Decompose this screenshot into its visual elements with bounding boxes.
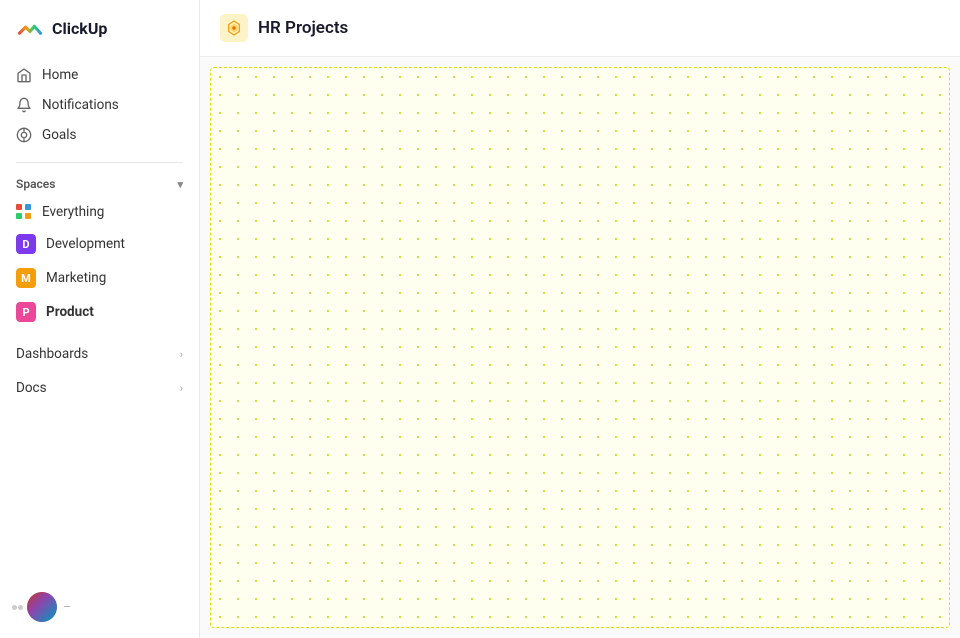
- product-avatar: P: [16, 302, 36, 322]
- spaces-chevron-icon: ▾: [177, 178, 183, 191]
- hr-projects-icon: [220, 14, 248, 42]
- sidebar-item-development[interactable]: D Development: [8, 227, 191, 261]
- docs-left: Docs: [16, 380, 47, 396]
- docs-label: Docs: [16, 380, 47, 396]
- sidebar-item-everything[interactable]: Everything: [8, 197, 191, 227]
- avatar[interactable]: [27, 592, 57, 622]
- everything-label: Everything: [42, 204, 104, 220]
- everything-grid-icon: [16, 204, 32, 220]
- main-content: HR Projects: [200, 0, 960, 638]
- sidebar-item-product[interactable]: P Product: [8, 295, 191, 329]
- page-title: HR Projects: [258, 18, 348, 38]
- spaces-label: Spaces: [16, 177, 55, 191]
- sidebar-user-area[interactable]: –: [0, 584, 199, 630]
- nav-section: Home Notifications Goals: [0, 56, 199, 154]
- sidebar-item-dashboards[interactable]: Dashboards ›: [8, 339, 191, 369]
- avatar-image: [27, 592, 57, 622]
- sidebar-item-docs[interactable]: Docs ›: [8, 373, 191, 403]
- main-body: [210, 67, 950, 628]
- divider-1: [16, 162, 183, 163]
- development-label: Development: [46, 236, 125, 252]
- target-icon: [16, 127, 32, 143]
- development-avatar: D: [16, 234, 36, 254]
- dot-1: [12, 605, 17, 610]
- goals-label: Goals: [42, 127, 77, 143]
- marketing-label: Marketing: [46, 270, 106, 286]
- home-icon: [16, 67, 32, 83]
- bell-icon: [16, 97, 32, 113]
- dashboards-chevron-icon: ›: [180, 348, 183, 361]
- marketing-avatar: M: [16, 268, 36, 288]
- dashboards-label: Dashboards: [16, 346, 88, 362]
- product-label: Product: [46, 304, 94, 320]
- sidebar-item-notifications[interactable]: Notifications: [8, 90, 191, 120]
- sidebar-item-goals[interactable]: Goals: [8, 120, 191, 150]
- main-header: HR Projects: [200, 0, 960, 57]
- sidebar: ClickUp Home Notifications: [0, 0, 200, 638]
- sidebar-item-marketing[interactable]: M Marketing: [8, 261, 191, 295]
- status-dots: [12, 605, 23, 610]
- user-avatar-wrapper: –: [12, 592, 71, 622]
- dot-2: [18, 605, 23, 610]
- spaces-header[interactable]: Spaces ▾: [0, 171, 199, 197]
- dashboards-left: Dashboards: [16, 346, 88, 362]
- docs-chevron-icon: ›: [180, 382, 183, 395]
- sidebar-item-home[interactable]: Home: [8, 60, 191, 90]
- logo-text: ClickUp: [52, 19, 107, 38]
- user-ellipsis-icon: –: [63, 600, 71, 614]
- clickup-logo-icon: [16, 14, 44, 42]
- home-label: Home: [42, 67, 78, 83]
- notifications-label: Notifications: [42, 97, 119, 113]
- sidebar-logo[interactable]: ClickUp: [0, 0, 199, 56]
